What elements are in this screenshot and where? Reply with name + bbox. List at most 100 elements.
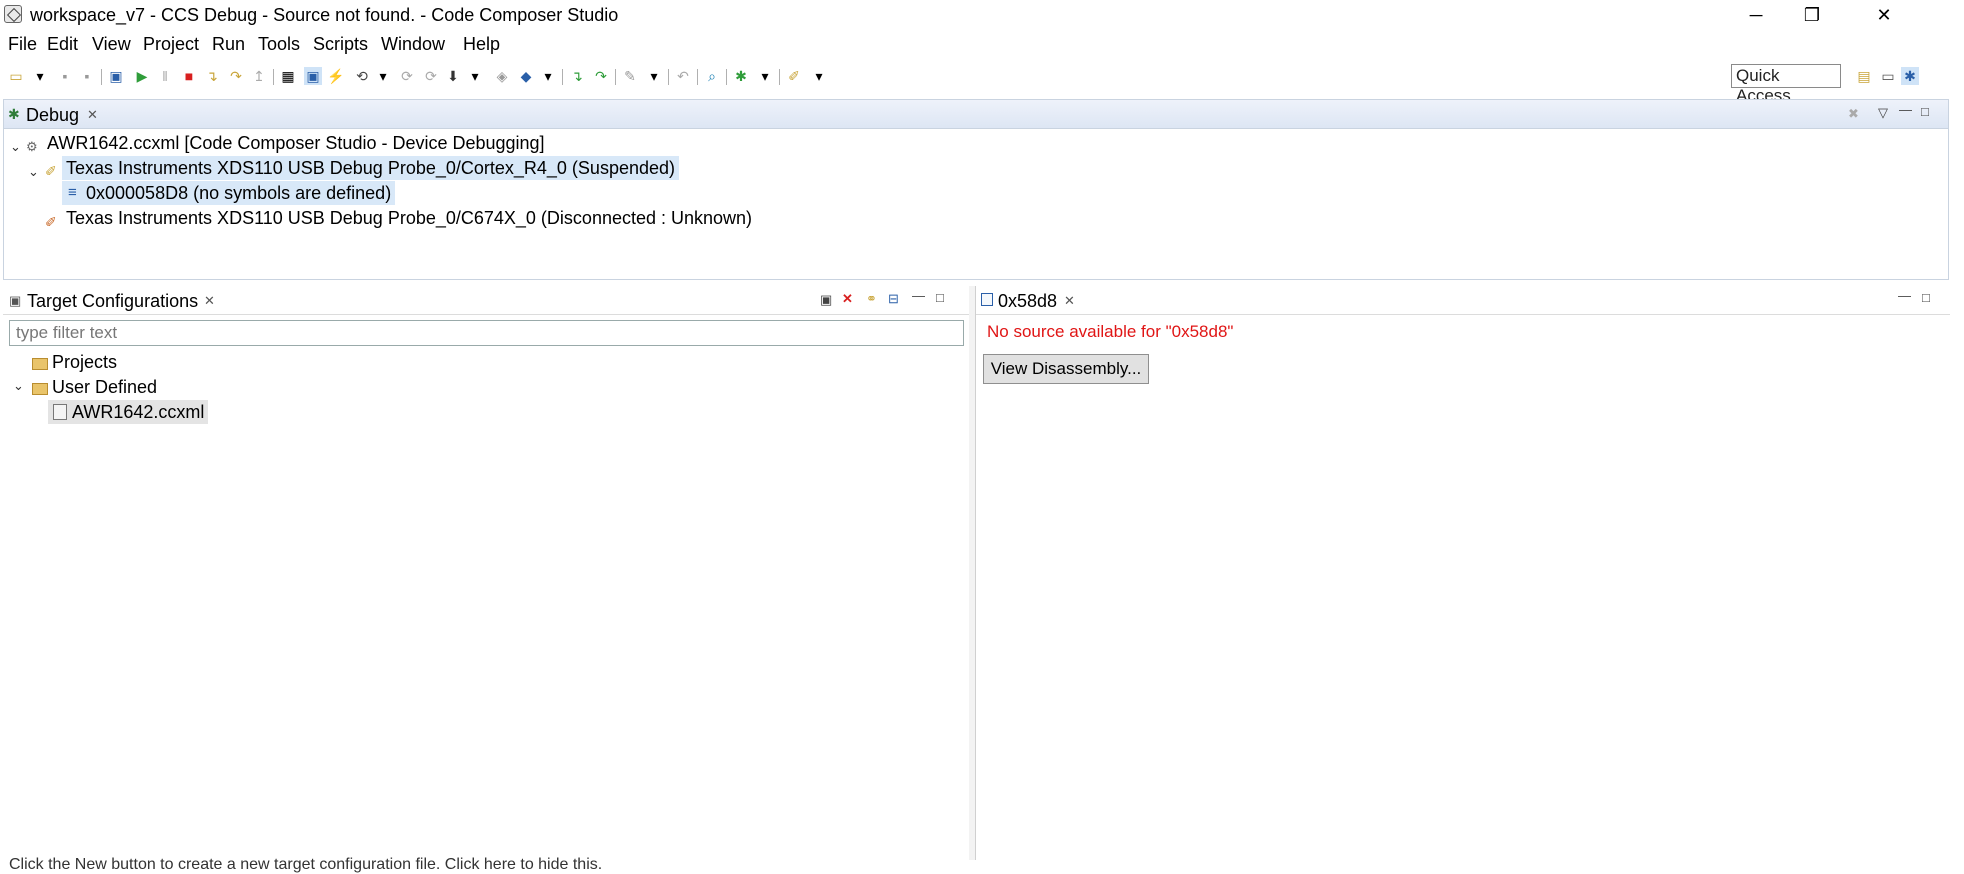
title-bar: workspace_v7 - CCS Debug - Source not fo… xyxy=(0,0,1964,30)
minimize-view-icon[interactable]: — xyxy=(912,288,925,303)
close-tab-icon[interactable]: ✕ xyxy=(1064,293,1075,309)
tree-projects[interactable]: Projects xyxy=(52,350,117,374)
resume-icon[interactable]: ▶ xyxy=(133,67,151,85)
tab-0x58d8[interactable]: 0x58d8 xyxy=(998,291,1057,312)
tree-ccxml-file[interactable]: AWR1642.ccxml xyxy=(48,400,209,424)
close-window-button[interactable]: ✕ xyxy=(1856,0,1912,30)
ccxml-file-label: AWR1642.ccxml xyxy=(72,402,205,422)
menu-file[interactable]: File xyxy=(8,34,37,55)
editor-header: 0x58d8 ✕ — □ xyxy=(976,286,1950,315)
breakpoint-icon[interactable]: ◈ xyxy=(493,67,511,85)
link-icon[interactable]: ⚭ xyxy=(866,291,877,307)
debug-tree-frame[interactable]: ≡ 0x000058D8 (no symbols are defined) xyxy=(62,181,396,205)
view-menu-icon[interactable]: ▽ xyxy=(1878,105,1888,121)
menu-window[interactable]: Window xyxy=(381,34,445,55)
bug-icon[interactable]: ✱ xyxy=(732,67,750,85)
toolbar-separator xyxy=(273,69,274,85)
menu-run[interactable]: Run xyxy=(212,34,245,55)
main-toolbar: ▭ ▾ ▪ ▪ ▣ ▶ ‖ ■ ↴ ↷ ↥ ▦ ▣ ⚡ ⟲ ▾ ⟳ ⟳ ⬇ ▾ … xyxy=(0,62,1964,90)
toolbar-separator xyxy=(697,69,698,85)
menu-edit[interactable]: Edit xyxy=(47,34,78,55)
tab-target-configurations[interactable]: Target Configurations xyxy=(27,291,198,312)
suspended-core-icon: ✐ xyxy=(45,163,57,179)
connect-target-icon[interactable]: ▣ xyxy=(304,67,322,85)
bug-dropdown-icon[interactable]: ▾ xyxy=(756,67,774,85)
new-dropdown-icon[interactable]: ▾ xyxy=(31,67,49,85)
tree-user-defined[interactable]: User Defined xyxy=(52,375,157,399)
stack-frame-icon: ≡ xyxy=(68,184,77,201)
target-config-view-icon: ▣ xyxy=(9,293,22,308)
toolbar-separator xyxy=(615,69,616,85)
minimize-view-icon[interactable]: — xyxy=(1899,102,1912,117)
quick-access-field[interactable]: Quick Access xyxy=(1731,64,1841,105)
open-perspective-icon[interactable]: ▤ xyxy=(1855,67,1873,85)
minimize-view-icon[interactable]: — xyxy=(1898,288,1911,303)
remove-terminated-icon[interactable]: ✖ xyxy=(1848,106,1859,122)
tab-debug[interactable]: Debug xyxy=(26,105,79,126)
debug-tree-core-c674x[interactable]: Texas Instruments XDS110 USB Debug Probe… xyxy=(66,206,752,230)
disconnected-core-icon: ✐ xyxy=(45,214,57,230)
maximize-view-icon[interactable]: □ xyxy=(1921,104,1929,119)
step-into-icon[interactable]: ↴ xyxy=(203,67,221,85)
target-config-hint: Click the New button to create a new tar… xyxy=(9,856,603,873)
tools-icon[interactable]: ✎ xyxy=(621,67,639,85)
menu-project[interactable]: Project xyxy=(143,34,199,55)
ccs-debug-perspective-icon[interactable]: ✱ xyxy=(1901,67,1919,85)
back-icon[interactable]: ↶ xyxy=(674,67,692,85)
menu-help[interactable]: Help xyxy=(463,34,500,55)
pin-icon[interactable]: ✐ xyxy=(785,67,803,85)
expressions-icon[interactable]: ◆ xyxy=(517,67,535,85)
new-icon[interactable]: ▭ xyxy=(7,67,25,85)
menu-tools[interactable]: Tools xyxy=(258,34,300,55)
save-icon[interactable]: ▪ xyxy=(56,67,74,85)
no-source-message: No source available for "0x58d8" xyxy=(987,322,1234,341)
menu-bar: File Edit View Project Run Tools Scripts… xyxy=(0,30,1964,60)
collapse-user-defined-icon[interactable]: ⌄ xyxy=(13,378,24,394)
filter-input[interactable] xyxy=(9,320,964,346)
view-disassembly-button[interactable]: View Disassembly... xyxy=(983,354,1149,384)
memory-grid-icon[interactable]: ▦ xyxy=(279,67,297,85)
debug-tree-core-r4[interactable]: Texas Instruments XDS110 USB Debug Probe… xyxy=(62,156,680,180)
assembly-step-into-icon[interactable]: ↴ xyxy=(568,67,586,85)
user-defined-folder-icon xyxy=(32,383,48,395)
collapse-all-icon[interactable]: ⊟ xyxy=(888,291,899,307)
tools-dropdown-icon[interactable]: ▾ xyxy=(645,67,663,85)
restore-button[interactable]: ❐ xyxy=(1784,0,1840,30)
collapse-core-icon[interactable]: ⌄ xyxy=(28,164,39,180)
terminate-icon[interactable]: ■ xyxy=(180,67,198,85)
step-over-icon[interactable]: ↷ xyxy=(227,67,245,85)
expressions-dropdown-icon[interactable]: ▾ xyxy=(539,67,557,85)
debug-tree-root[interactable]: AWR1642.ccxml [Code Composer Studio - De… xyxy=(47,131,545,155)
reset-icon[interactable]: ⟲ xyxy=(353,67,371,85)
ccs-edit-perspective-icon[interactable]: ▭ xyxy=(1879,67,1897,85)
toolbar-separator xyxy=(779,69,780,85)
save-all-icon[interactable]: ▪ xyxy=(78,67,96,85)
restart-icon[interactable]: ⟳ xyxy=(398,67,416,85)
menu-scripts[interactable]: Scripts xyxy=(313,34,368,55)
reset-dropdown-icon[interactable]: ▾ xyxy=(374,67,392,85)
delete-icon[interactable]: ✕ xyxy=(842,291,853,307)
run-to-line-icon[interactable]: ⟳ xyxy=(422,67,440,85)
load-program-icon[interactable]: ⬇ xyxy=(444,67,462,85)
source-file-icon xyxy=(981,293,993,306)
toolbar-separator xyxy=(562,69,563,85)
toolbar-separator xyxy=(668,69,669,85)
debug-icon[interactable]: ▣ xyxy=(107,67,125,85)
close-tab-icon[interactable]: ✕ xyxy=(204,293,215,309)
disconnect-icon[interactable]: ⚡ xyxy=(327,67,345,85)
load-dropdown-icon[interactable]: ▾ xyxy=(466,67,484,85)
toolbar-separator xyxy=(101,69,102,85)
new-target-config-icon[interactable]: ▣ xyxy=(820,292,832,308)
close-tab-icon[interactable]: ✕ xyxy=(87,107,98,123)
collapse-root-icon[interactable]: ⌄ xyxy=(10,139,21,155)
pin-dropdown-icon[interactable]: ▾ xyxy=(810,67,828,85)
assembly-step-over-icon[interactable]: ↷ xyxy=(592,67,610,85)
toolbar-separator xyxy=(726,69,727,85)
maximize-view-icon[interactable]: □ xyxy=(936,290,944,305)
step-return-icon[interactable]: ↥ xyxy=(250,67,268,85)
menu-view[interactable]: View xyxy=(92,34,131,55)
minimize-button[interactable]: ─ xyxy=(1728,0,1784,30)
suspend-icon[interactable]: ‖ xyxy=(156,67,174,85)
search-icon[interactable]: ⌕ xyxy=(703,67,721,85)
maximize-view-icon[interactable]: □ xyxy=(1922,290,1930,305)
